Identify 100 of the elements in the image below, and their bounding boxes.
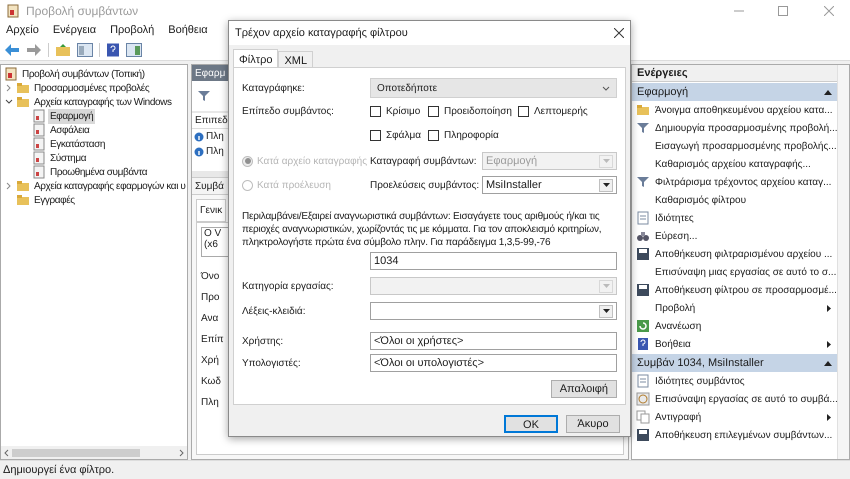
folder-icon [16,179,30,193]
tree-item[interactable]: Προσαρμοσμένες προβολές [32,80,152,96]
tree-item[interactable]: Σύστημα [48,150,88,166]
action-item[interactable]: Αντιγραφή [632,408,837,426]
dropdown-arrow-icon [602,284,610,288]
tab[interactable]: XML [278,51,314,67]
tree-item[interactable]: Εγκατάσταση [48,136,108,152]
forward-arrow-icon [26,42,42,56]
binoculars-icon [636,229,650,243]
action-item[interactable]: Επισύναψη εργασίας σε αυτό το συμβά... [632,390,837,408]
tab[interactable]: Γενικ [196,199,226,222]
scroll-right-icon [179,448,185,456]
log-icon [32,109,46,123]
funnel-icon [198,90,210,102]
help-icon [106,42,120,56]
menu-item[interactable]: Προβολή [110,22,154,38]
refresh-icon [636,319,650,333]
checkbox[interactable]: Πληροφορία [428,128,518,143]
document-icon [636,211,650,225]
field-label: Επίπ [201,333,224,345]
action-item[interactable]: Εύρεση... [632,227,837,245]
log-icon [32,165,46,179]
field-label: Κατηγορία εργασίας: [242,280,335,294]
pane-icon [77,42,93,56]
action-item[interactable]: Αποθήκευση φίλτρου σε προσαρμοσμέ... [632,281,837,299]
action-item[interactable]: Εισαγωγή προσαρμοσμένης προβολής... [632,137,837,155]
action-item[interactable]: Αποθήκευση φιλτραρισμένου αρχείου ... [632,245,837,263]
tree-item[interactable]: Εφαρμογή [48,108,96,124]
field-label: Προ [201,291,220,303]
tree-item[interactable]: Προωθημένα συμβάντα [48,164,150,180]
action-item[interactable]: Επισύναψη μιας εργασίας σε αυτό το σ... [632,263,837,281]
input-field[interactable]: <Όλοι οι χρήστες> [370,332,617,350]
pane-icon [126,42,142,56]
field-label: Προελεύσεις συμβάντος: [370,178,480,192]
log-icon [32,123,46,137]
log-icon [6,4,20,18]
field-label: Πλη [201,396,219,408]
submenu-arrow-icon [827,414,831,420]
tree-item[interactable]: Εγγραφές [32,192,77,208]
event-id-field[interactable]: 1034 [370,252,617,270]
description-text: (x6 [204,239,218,250]
input-field[interactable]: <Όλοι οι υπολογιστές> [370,354,617,372]
folder-icon [16,81,30,95]
menu-item[interactable]: Ενέργεια [52,22,96,38]
close-icon[interactable] [614,28,624,38]
help-icon [636,337,650,351]
section-header[interactable]: Εφαρμογή [632,83,837,101]
submenu-arrow-icon [827,304,831,312]
dropdown[interactable]: Οποτεδήποτε [370,78,617,98]
document-icon [636,374,650,388]
action-item[interactable]: Προβολή [632,299,837,317]
funnel-icon [636,175,650,189]
field-label: Λέξεις-κλειδιά: [242,304,306,318]
action-item[interactable]: Ιδιότητες [632,209,837,227]
action-item[interactable]: Ανανέωση [632,317,837,335]
tree-item[interactable]: Αρχεία καταγραφής των Windows [32,94,174,110]
tree-item[interactable]: Προβολή συμβάντων (Τοπική) [20,66,147,82]
dialog-button[interactable]: Άκυρο [566,415,620,433]
chevron-down-icon [602,86,610,90]
clear-button[interactable]: Απαλοιφή [550,380,617,398]
copy-icon [636,410,650,424]
tree-item[interactable]: Ασφάλεια [48,122,92,138]
log-icon [32,151,46,165]
submenu-arrow-icon [827,340,831,348]
field-label: Καταγράφηκε: [242,82,306,96]
scroll-left-icon [3,448,9,456]
dropdown[interactable] [370,302,617,320]
back-arrow-icon [4,42,20,56]
field-label: Υπολογιστές: [242,356,302,370]
section-header[interactable]: Συμβάν 1034, MsiInstaller [632,354,837,372]
vertical-scrollbar[interactable] [837,65,849,459]
dropdown-arrow-icon [602,183,610,187]
menu-item[interactable]: Αρχείο [6,22,39,38]
status-text: Δημιουργεί ένα φίλτρο. [3,462,114,478]
checkbox[interactable]: Σφάλμα [370,128,428,143]
action-item[interactable]: Καθαρισμός αρχείου καταγραφής... [632,155,837,173]
action-item[interactable]: Άνοιγμα αποθηκευμένου αρχείου κατα... [632,101,837,119]
tab[interactable]: Φίλτρο [233,49,278,67]
field-label: Καταγραφή συμβάντων: [370,154,478,168]
action-item[interactable]: Αποθήκευση επιλεγμένων συμβάντων... [632,426,837,444]
field-label: Ανα [201,312,218,324]
description-text: O V [204,228,222,239]
action-item[interactable]: Καθαρισμός φίλτρου [632,191,837,209]
field-label: Όνο [201,270,220,282]
maximize-icon [778,6,788,16]
action-item[interactable]: Δημιουργία προσαρμοσμένης προβολή... [632,119,837,137]
panel-header: Ενέργειες [632,65,837,82]
folder-icon [16,95,30,109]
folder-icon [636,103,650,117]
tree-item[interactable]: Αρχεία καταγραφής εφαρμογών και υ [32,178,187,194]
action-item[interactable]: Βοήθεια [632,335,837,353]
dropdown-arrow-icon [602,309,610,313]
menu-item[interactable]: Βοήθεια [168,22,208,38]
table-cell-text: Πλη [206,130,224,144]
dialog-button[interactable]: OK [504,415,558,433]
window-title: Προβολή συμβάντων [26,2,138,20]
horizontal-scrollbar[interactable] [1,446,187,459]
close-icon [824,6,834,16]
action-item[interactable]: Φιλτράρισμα τρέχοντος αρχείου καταγ... [632,173,837,191]
action-item[interactable]: Ιδιότητες συμβάντος [632,372,837,390]
